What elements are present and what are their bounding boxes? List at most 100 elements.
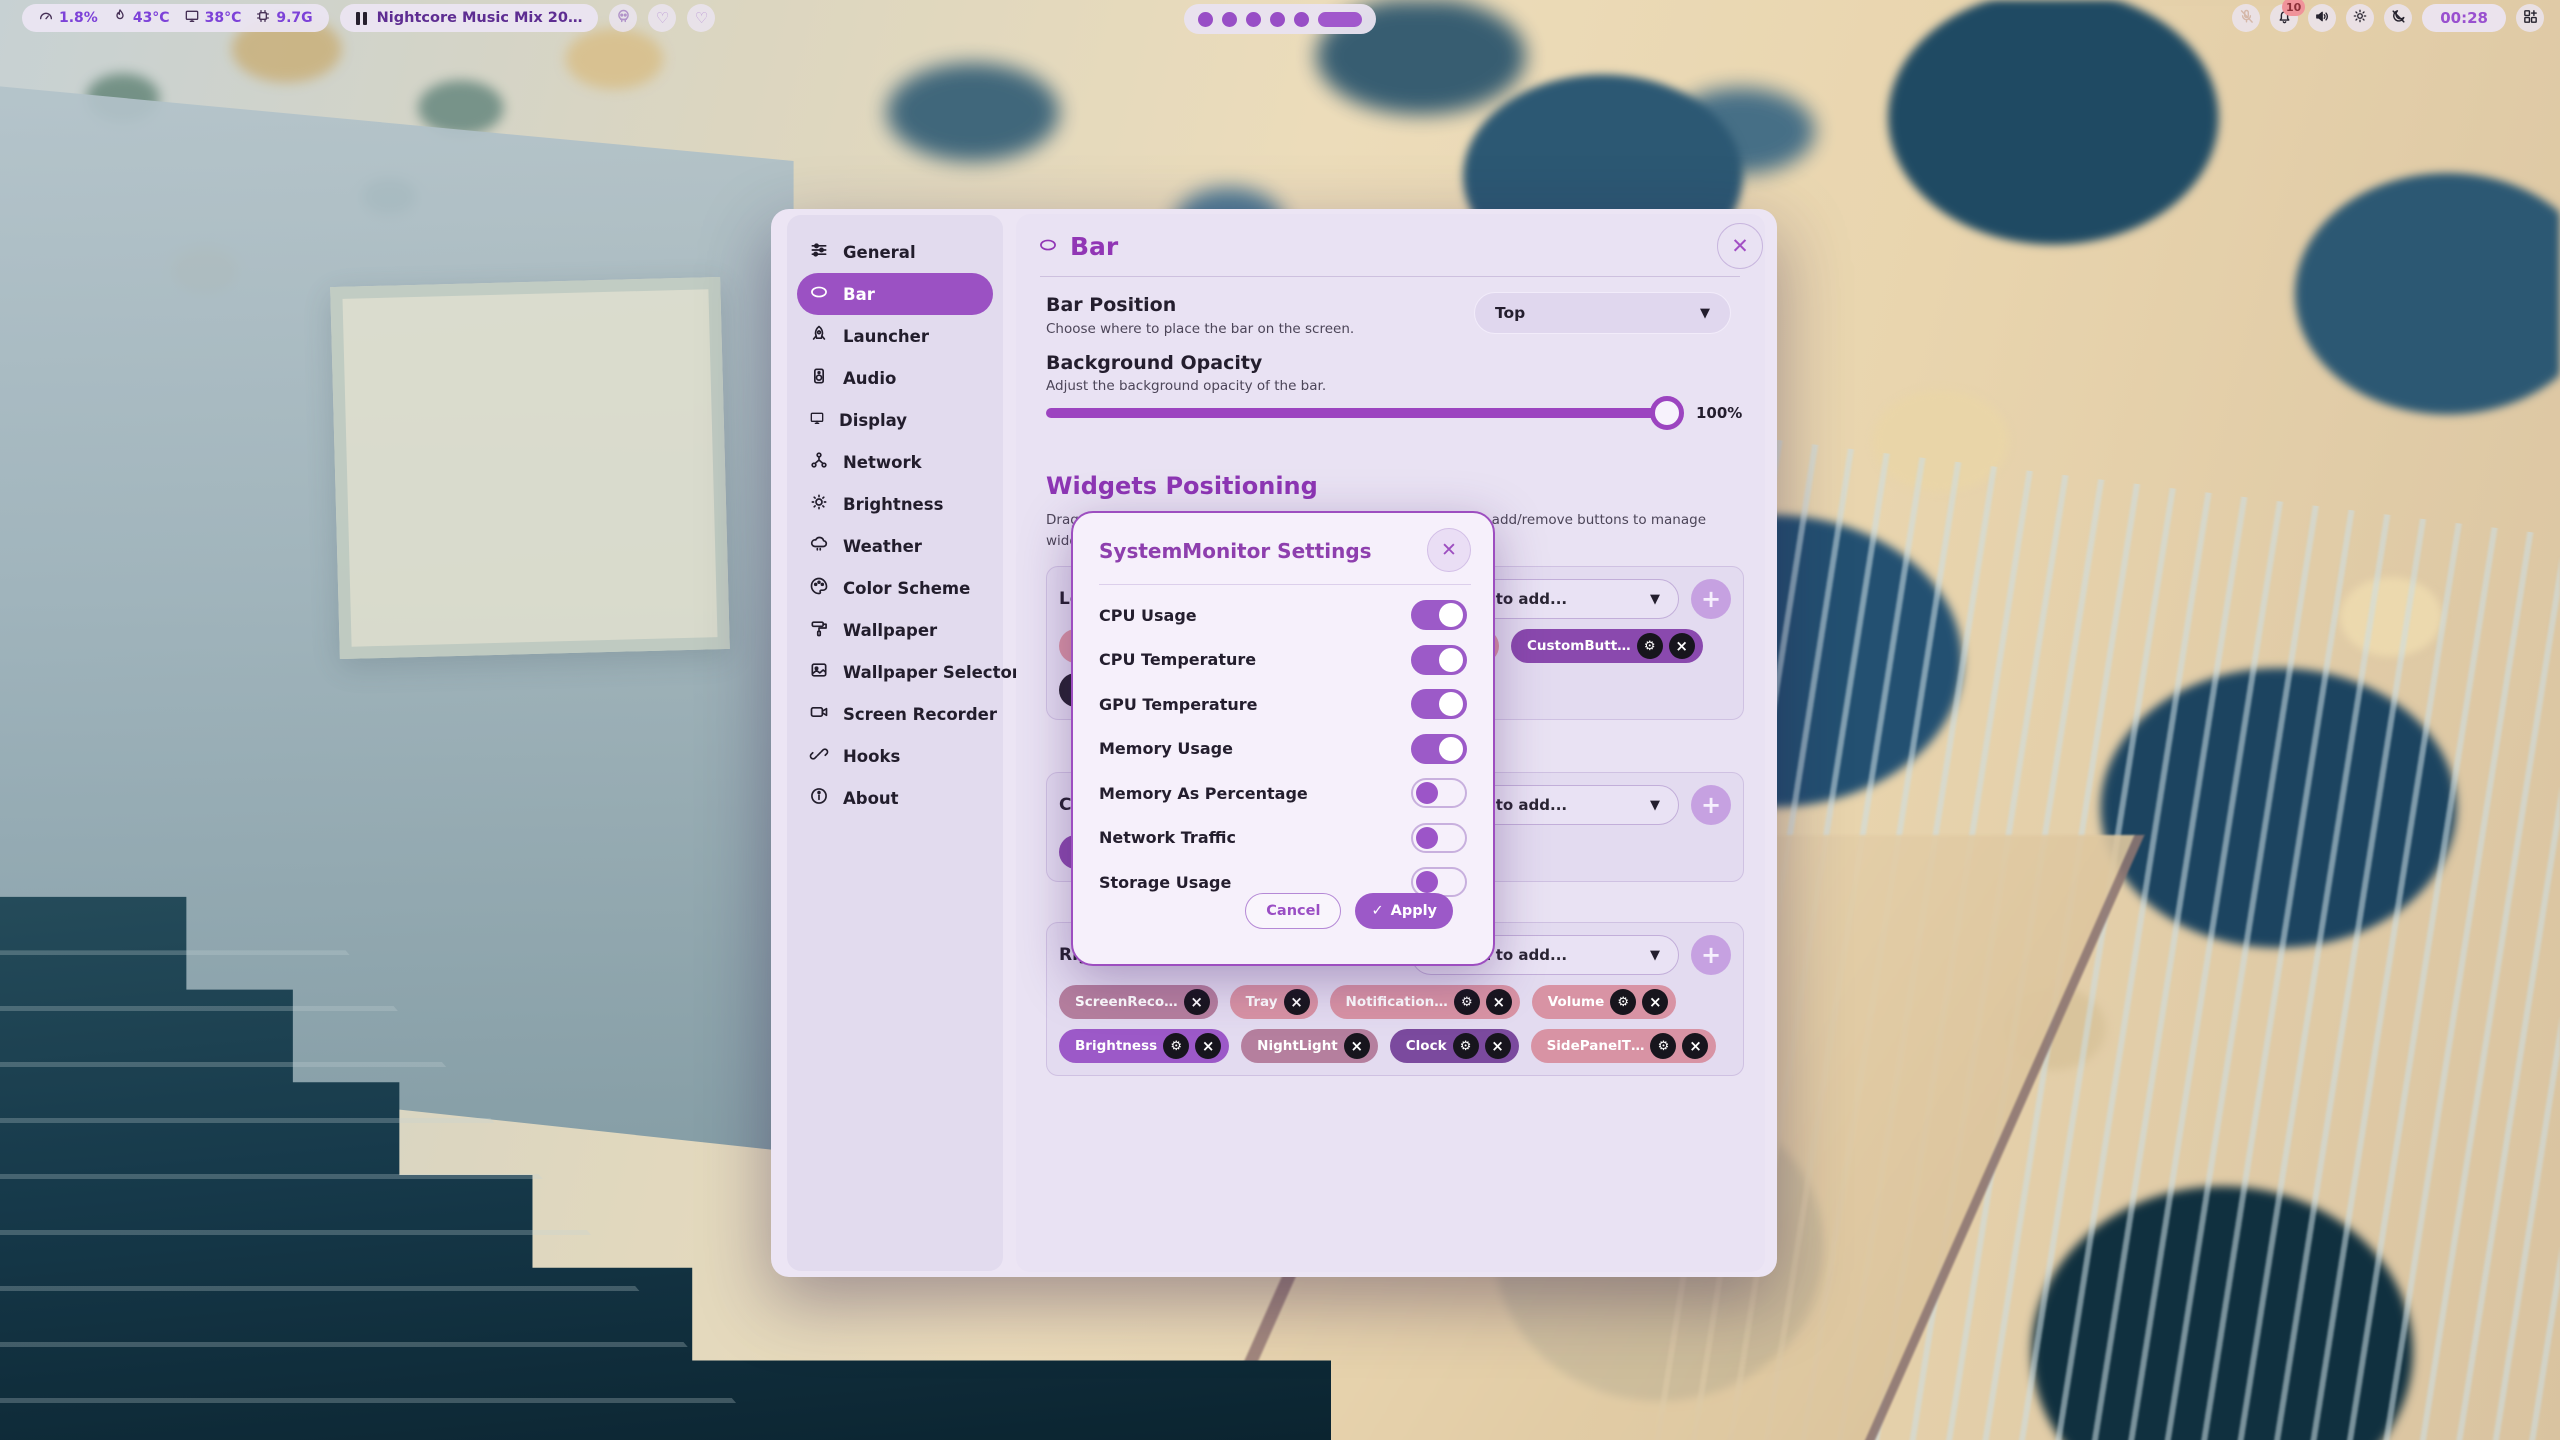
remove-icon[interactable]: × xyxy=(1642,989,1668,1015)
sidebar-item-about[interactable]: About xyxy=(797,777,993,819)
modal-header: SystemMonitor Settings ✕ xyxy=(1073,513,1493,579)
notifications-button[interactable]: 10 xyxy=(2270,4,2298,32)
opacity-slider[interactable] xyxy=(1046,408,1682,418)
clock[interactable]: 00:28 xyxy=(2422,4,2506,32)
widget-chip-tray[interactable]: Tray × xyxy=(1230,985,1318,1019)
gear-icon[interactable]: ⚙ xyxy=(1650,1033,1676,1059)
brightness-icon xyxy=(809,492,829,516)
oval-icon xyxy=(1038,235,1058,259)
gear-icon[interactable]: ⚙ xyxy=(1637,633,1663,659)
sidebar-item-screen-recorder[interactable]: Screen Recorder xyxy=(797,693,993,735)
toggle-gpu-temperature[interactable] xyxy=(1411,689,1467,719)
workspace-dot[interactable] xyxy=(1246,12,1261,27)
sidebar-item-display[interactable]: Display xyxy=(797,399,993,441)
toggle-label: Storage Usage xyxy=(1099,873,1231,892)
sidebar-item-weather[interactable]: Weather xyxy=(797,525,993,567)
toggle-network-traffic[interactable] xyxy=(1411,823,1467,853)
widget-chip-sidepanelt[interactable]: SidePanelT…⚙× xyxy=(1531,1029,1717,1063)
remove-icon[interactable]: × xyxy=(1682,1033,1708,1059)
sidebar-item-label: Wallpaper Selector xyxy=(843,663,1020,682)
chip-label: Tray xyxy=(1246,994,1278,1010)
toggle-label: CPU Temperature xyxy=(1099,650,1256,669)
gear-icon[interactable]: ⚙ xyxy=(1453,1033,1479,1059)
toggle-row-gpu-temperature: GPU Temperature xyxy=(1073,682,1493,727)
system-stats-pill[interactable]: 1.8%43°C38°C9.7G xyxy=(22,4,329,32)
sidebar-item-color-scheme[interactable]: Color Scheme xyxy=(797,567,993,609)
toggle-row-cpu-usage: CPU Usage xyxy=(1073,593,1493,638)
sidebar-item-wallpaper-selector[interactable]: Wallpaper Selector xyxy=(797,651,993,693)
sidebar-item-label: Hooks xyxy=(843,747,900,766)
modal-close-button[interactable]: ✕ xyxy=(1427,528,1471,572)
remove-icon[interactable]: × xyxy=(1344,1033,1370,1059)
mic-button[interactable] xyxy=(2232,4,2260,32)
gear-icon[interactable]: ⚙ xyxy=(1163,1033,1189,1059)
remove-icon[interactable]: × xyxy=(1284,989,1310,1015)
opacity-slider-thumb[interactable] xyxy=(1650,396,1684,430)
settings-sidebar: GeneralBar Launcher AudioDisplayNetworkBri… xyxy=(787,215,1003,1271)
top-bar: 1.8%43°C38°C9.7G Nightcore Music Mix 20…… xyxy=(0,0,2560,36)
bar-position-dropdown[interactable]: Top ▼ xyxy=(1474,292,1731,334)
widget-chip-volume[interactable]: Volume⚙× xyxy=(1532,985,1676,1019)
stat-flame-icon: 43°C xyxy=(112,8,170,28)
speaker-icon xyxy=(2314,8,2331,29)
sidebar-item-bar[interactable]: Bar xyxy=(797,273,993,315)
widget-chip-notification[interactable]: Notification…⚙× xyxy=(1330,985,1520,1019)
heart-icon: ♡ xyxy=(656,11,669,26)
toggle-cpu-usage[interactable] xyxy=(1411,600,1467,630)
remove-icon[interactable]: × xyxy=(1195,1033,1221,1059)
stat-monitor-icon: 38°C xyxy=(184,8,242,28)
sidebar-item-launcher[interactable]: Launcher xyxy=(797,315,993,357)
sidebar-item-audio[interactable]: Audio xyxy=(797,357,993,399)
workspace-indicator[interactable] xyxy=(1184,4,1376,34)
media-player-pill[interactable]: Nightcore Music Mix 20… xyxy=(340,4,599,32)
night-light-button[interactable] xyxy=(2384,4,2412,32)
remove-icon[interactable]: × xyxy=(1669,633,1695,659)
bar-position-label: Bar Position xyxy=(1046,294,1176,316)
widget-chip-screenreco[interactable]: ScreenReco…× xyxy=(1059,985,1218,1019)
toggle-knob xyxy=(1416,782,1438,804)
grid-plus-icon xyxy=(2522,8,2539,29)
sidebar-item-wallpaper[interactable]: Wallpaper xyxy=(797,609,993,651)
skull-button[interactable] xyxy=(609,4,637,32)
toggle-memory-as-percentage[interactable] xyxy=(1411,778,1467,808)
chip-label: Brightness xyxy=(1075,1038,1157,1054)
favorite-button[interactable]: ♡ xyxy=(648,4,676,32)
workspace-dot[interactable] xyxy=(1270,12,1285,27)
toggle-knob xyxy=(1416,827,1438,849)
add-widget-button[interactable]: + xyxy=(1691,579,1731,619)
pause-icon[interactable] xyxy=(356,12,367,25)
workspace-dot[interactable] xyxy=(1294,12,1309,27)
chip-label: NightLight xyxy=(1257,1038,1338,1054)
widget-chip-clock[interactable]: Clock ⚙× xyxy=(1390,1029,1519,1063)
remove-icon[interactable]: × xyxy=(1184,989,1210,1015)
gear-icon[interactable]: ⚙ xyxy=(1610,989,1636,1015)
volume-button[interactable] xyxy=(2308,4,2336,32)
favorite-button[interactable]: ♡ xyxy=(687,4,715,32)
close-button[interactable]: ✕ xyxy=(1717,223,1763,269)
dashboard-button[interactable] xyxy=(2516,4,2544,32)
apply-button[interactable]: ✓ Apply xyxy=(1355,893,1453,929)
workspace-active[interactable] xyxy=(1318,12,1362,27)
workspace-dot[interactable] xyxy=(1222,12,1237,27)
toggle-cpu-temperature[interactable] xyxy=(1411,645,1467,675)
add-widget-button[interactable]: + xyxy=(1691,935,1731,975)
sidebar-item-general[interactable]: General xyxy=(797,231,993,273)
sidebar-item-hooks[interactable]: Hooks xyxy=(797,735,993,777)
toggle-memory-usage[interactable] xyxy=(1411,734,1467,764)
sidebar-item-network[interactable]: Network xyxy=(797,441,993,483)
sidebar-item-label: Launcher xyxy=(843,327,929,346)
monitor-icon xyxy=(809,410,825,430)
chip-label: Clock xyxy=(1406,1038,1447,1054)
workspace-dot[interactable] xyxy=(1198,12,1213,27)
widget-chip-brightness[interactable]: Brightness ⚙× xyxy=(1059,1029,1229,1063)
remove-icon[interactable]: × xyxy=(1486,989,1512,1015)
paint-roller-icon xyxy=(809,618,829,642)
widget-chip-custombutt[interactable]: CustomButt…⚙× xyxy=(1511,629,1703,663)
add-widget-button[interactable]: + xyxy=(1691,785,1731,825)
remove-icon[interactable]: × xyxy=(1485,1033,1511,1059)
sidebar-item-brightness[interactable]: Brightness xyxy=(797,483,993,525)
cancel-button[interactable]: Cancel xyxy=(1245,893,1341,929)
brightness-button[interactable] xyxy=(2346,4,2374,32)
gear-icon[interactable]: ⚙ xyxy=(1454,989,1480,1015)
widget-chip-nightlight[interactable]: NightLight × xyxy=(1241,1029,1378,1063)
